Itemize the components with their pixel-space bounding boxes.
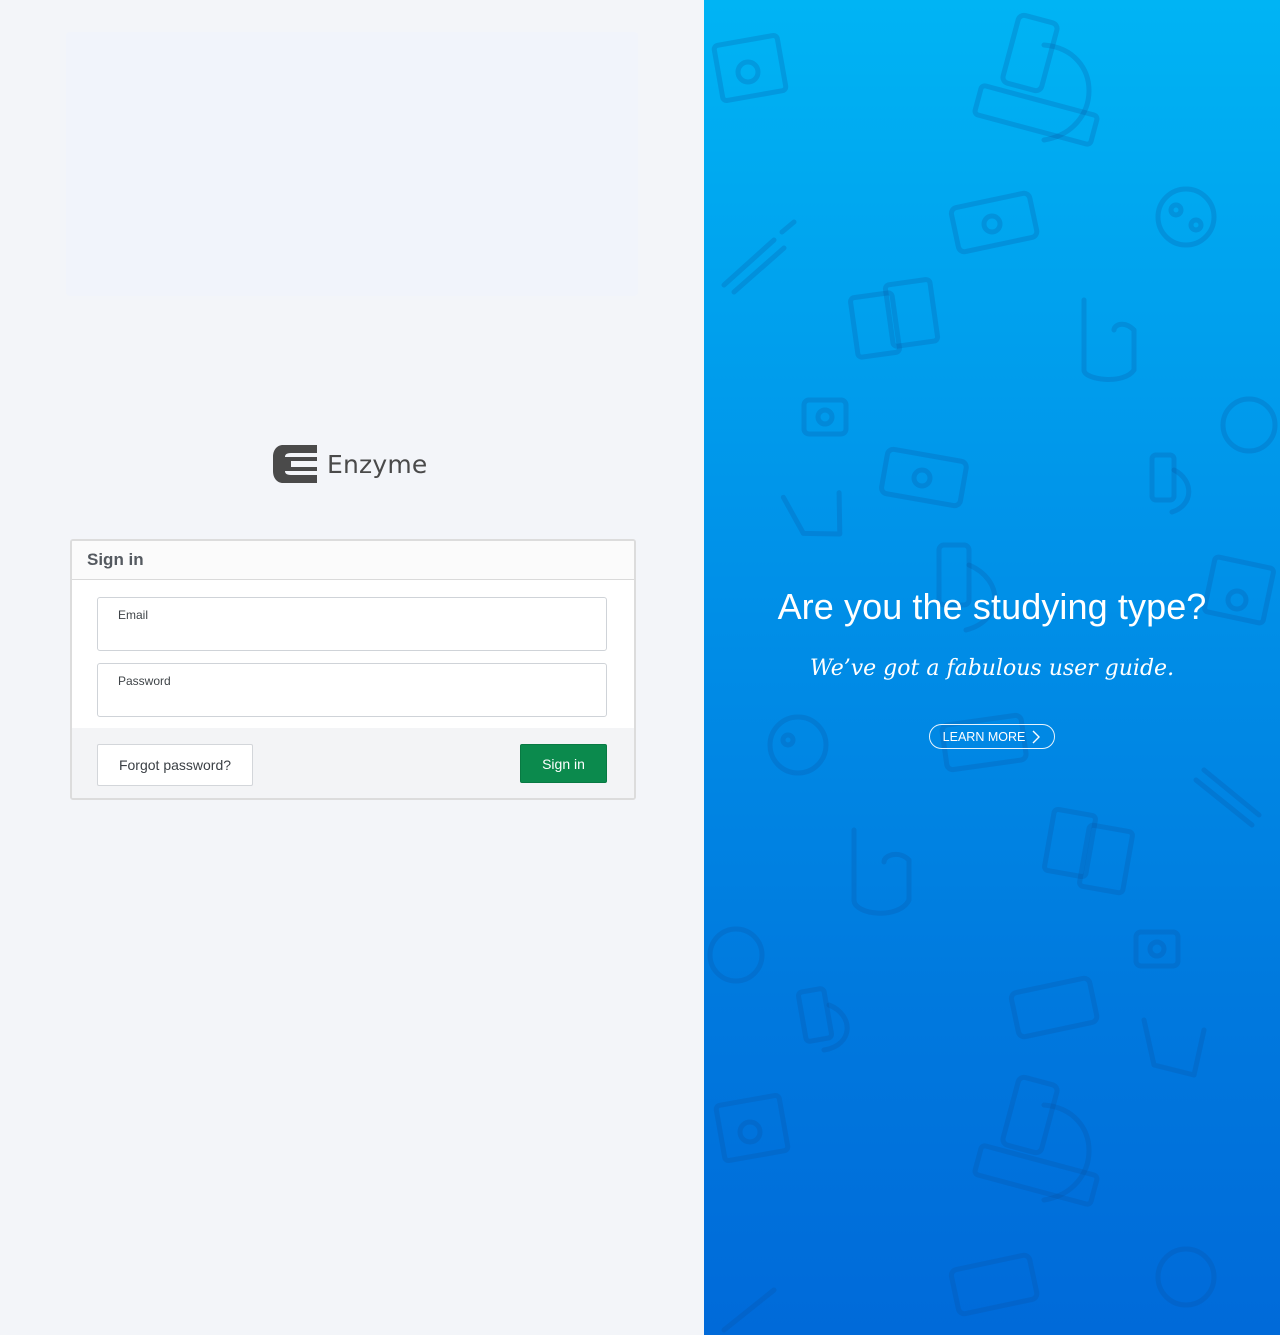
promo-heading: Are you the studying type? <box>777 586 1207 627</box>
left-pane: Enzyme Sign in Email Password Forgot pas… <box>0 0 704 1335</box>
login-page: Enzyme Sign in Email Password Forgot pas… <box>0 0 1280 1335</box>
signin-card-footer: Forgot password? Sign in <box>72 728 634 798</box>
microscope-icon <box>972 12 1100 147</box>
microscope-icon <box>795 986 850 1053</box>
device-icon <box>848 277 941 360</box>
medical-bag-icon <box>801 397 849 437</box>
signin-card-body: Email Password <box>72 580 634 727</box>
petri-dish-icon <box>1155 186 1217 248</box>
microscope-icon <box>1149 452 1192 515</box>
ambulance-icon <box>1008 975 1100 1040</box>
device-icon <box>1042 806 1135 896</box>
hand-icon <box>851 827 912 916</box>
email-label: Email <box>118 608 149 622</box>
syringe-icon <box>721 1287 777 1333</box>
forgot-password-button[interactable]: Forgot password? <box>97 744 253 786</box>
signin-card: Sign in Email Password Forgot password? … <box>70 539 636 800</box>
promo-pane: Are you the studying type? We’ve got a f… <box>704 0 1280 1335</box>
petri-dish-icon <box>1220 396 1278 454</box>
syringe-icon <box>721 219 797 295</box>
top-panel <box>66 32 638 296</box>
learn-more-label: LEARN MORE <box>942 729 1026 744</box>
password-label: Password <box>118 674 171 688</box>
file-icon <box>711 33 789 103</box>
enzyme-logo-icon <box>273 445 317 483</box>
signin-card-header: Sign in <box>72 541 634 580</box>
petri-dish-icon <box>767 714 829 776</box>
promo-subheading: We’ve got a fabulous user guide. <box>809 656 1175 681</box>
signin-card-title: Sign in <box>87 550 144 569</box>
flask-icon <box>780 490 843 537</box>
ambulance-icon <box>948 190 1040 255</box>
microscope-icon <box>972 1074 1100 1207</box>
syringe-icon <box>1193 767 1262 828</box>
learn-more-button[interactable]: LEARN MORE <box>929 724 1055 749</box>
ambulance-icon <box>879 446 969 509</box>
brand-name: Enzyme <box>327 449 428 479</box>
password-input[interactable] <box>116 692 590 712</box>
email-input[interactable] <box>116 626 590 646</box>
medical-bag-icon <box>1133 929 1181 969</box>
chevron-right-icon <box>1032 730 1041 743</box>
password-field[interactable]: Password <box>97 663 607 717</box>
sign-in-button[interactable]: Sign in <box>520 744 607 783</box>
flask-icon <box>1141 1017 1207 1078</box>
file-icon <box>713 1093 791 1163</box>
hand-icon <box>1081 297 1137 382</box>
ambulance-icon <box>948 1252 1040 1317</box>
petri-dish-icon <box>1155 1246 1217 1308</box>
email-field[interactable]: Email <box>97 597 607 651</box>
petri-dish-icon <box>707 926 765 984</box>
brand: Enzyme <box>273 443 428 485</box>
